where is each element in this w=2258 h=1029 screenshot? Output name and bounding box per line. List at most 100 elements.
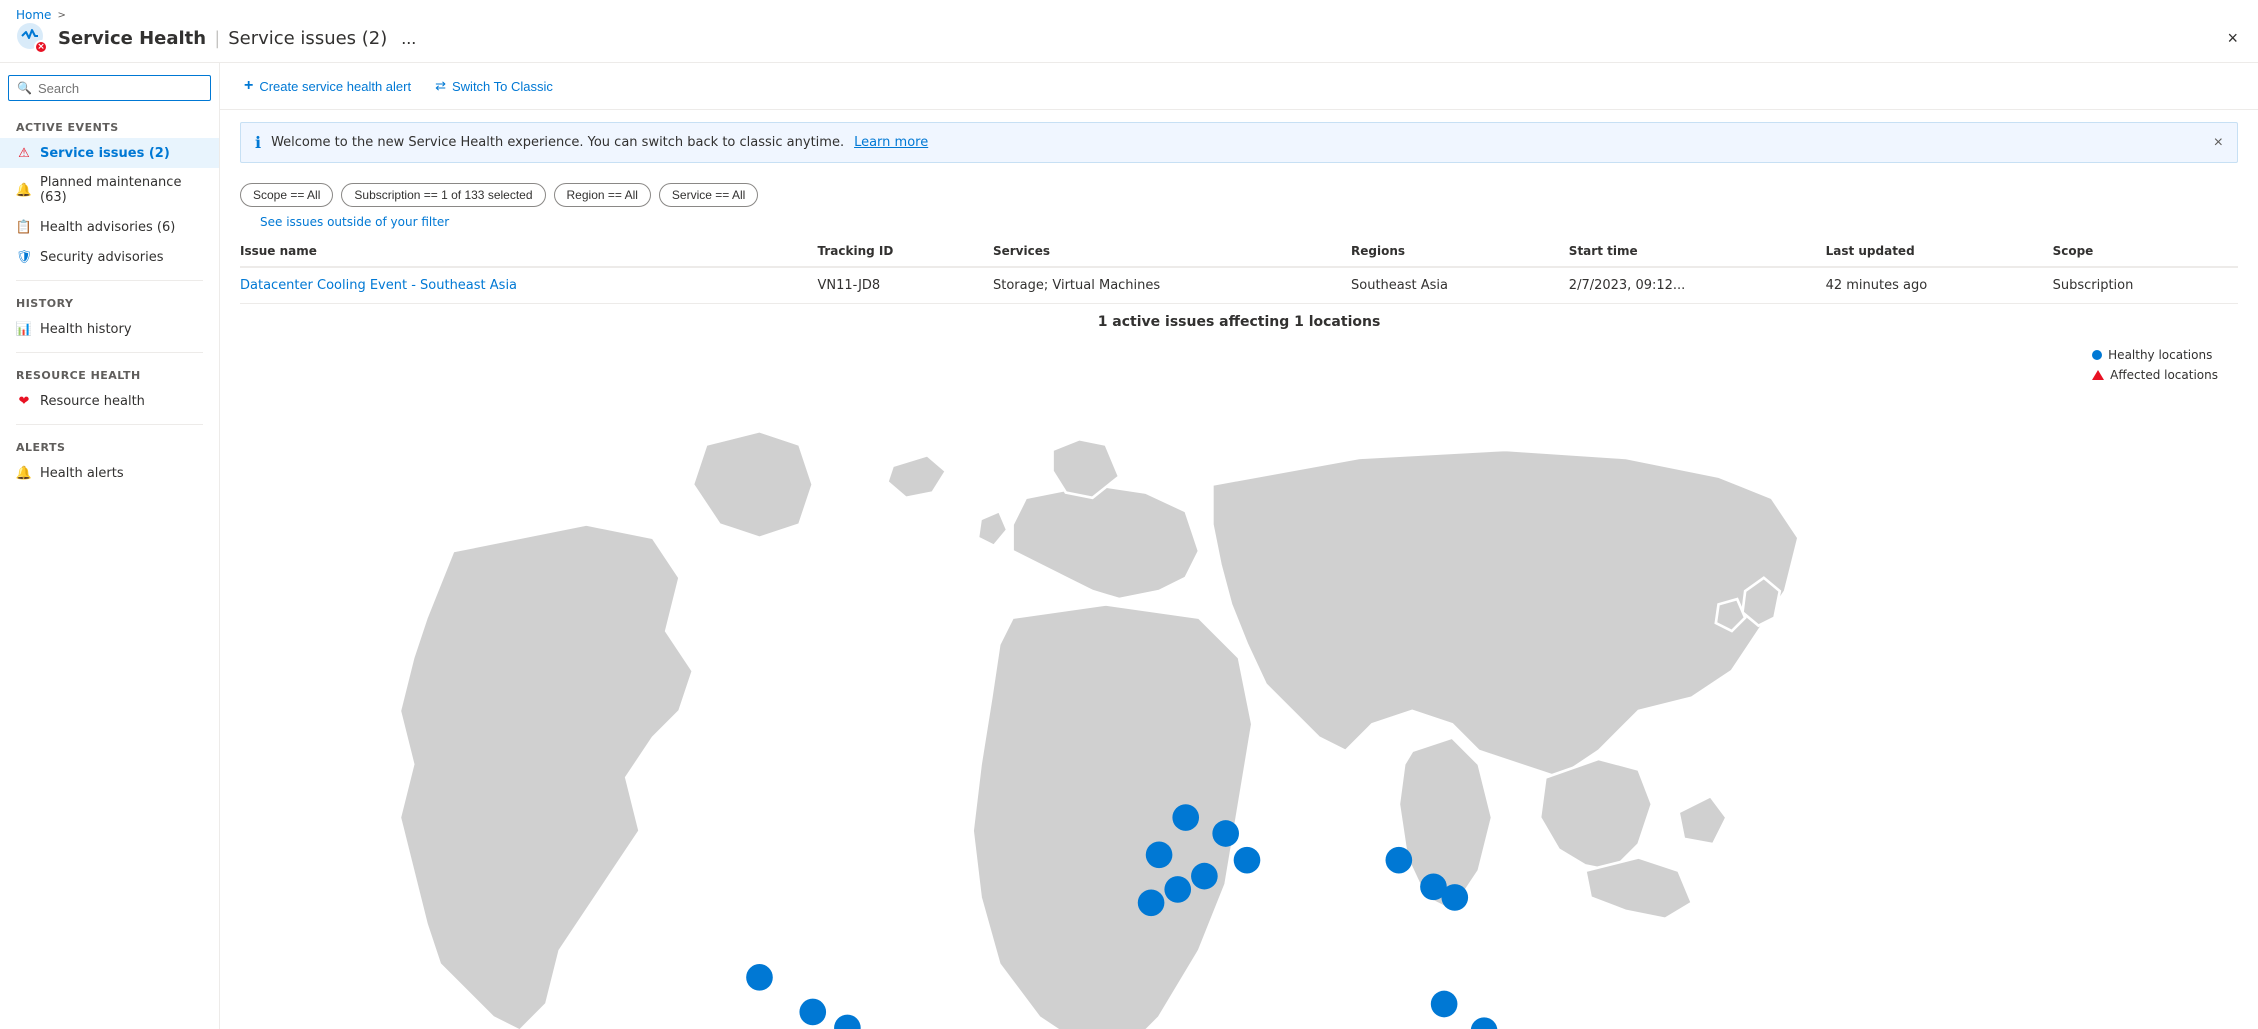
security-advisories-label: Security advisories (40, 250, 164, 265)
banner-text: Welcome to the new Service Health experi… (271, 135, 844, 150)
subscription-filter[interactable]: Subscription == 1 of 133 selected (341, 183, 545, 207)
switch-classic-icon: ⇄ (435, 78, 446, 94)
page-title: Service Health | Service issues (2) (58, 28, 387, 49)
sidebar-item-resource-health[interactable]: ❤ Resource health (0, 386, 219, 416)
service-issues-icon: ⚠ (16, 145, 32, 161)
search-box[interactable]: 🔍 « (8, 75, 211, 101)
cell-scope: Subscription (2053, 267, 2238, 304)
healthy-dot (1172, 804, 1199, 831)
resource-divider (16, 352, 203, 353)
col-last-updated: Last updated (1826, 236, 2053, 267)
resource-health-section-label: RESOURCE HEALTH (0, 361, 219, 386)
close-button[interactable]: × (2223, 24, 2242, 53)
healthy-dot (1146, 841, 1173, 868)
search-icon: 🔍 (17, 81, 32, 95)
table-body: Datacenter Cooling Event - Southeast Asi… (240, 267, 2238, 304)
healthy-dot (1191, 863, 1218, 890)
col-scope: Scope (2053, 236, 2238, 267)
map-legend: Healthy locations Affected locations (2092, 348, 2218, 382)
health-alerts-icon: 🔔 (16, 465, 32, 481)
cell-regions: Southeast Asia (1351, 267, 1569, 304)
healthy-dot (1431, 991, 1458, 1018)
title-icon-badge: × (34, 40, 48, 54)
more-options-button[interactable]: ... (397, 25, 420, 51)
issues-table-wrapper: Issue name Tracking ID Services Regions … (220, 236, 2258, 304)
sidebar-item-service-issues[interactable]: ⚠ Service issues (2) (0, 138, 219, 168)
healthy-dot (834, 1015, 861, 1029)
sidebar-item-health-alerts[interactable]: 🔔 Health alerts (0, 458, 219, 488)
affected-triangle-legend (2092, 370, 2104, 380)
healthy-dot (1386, 847, 1413, 874)
active-events-label: ACTIVE EVENTS (0, 113, 219, 138)
breadcrumb-separator: > (57, 10, 65, 21)
col-issue-name: Issue name (240, 236, 818, 267)
healthy-label: Healthy locations (2108, 348, 2212, 362)
map-container: Healthy locations Affected locations (240, 338, 2238, 1029)
title-divider: | (214, 28, 220, 49)
service-filter[interactable]: Service == All (659, 183, 758, 207)
col-services: Services (993, 236, 1351, 267)
scope-filter-label: Scope == All (253, 188, 320, 202)
learn-more-link[interactable]: Learn more (854, 135, 928, 150)
planned-maintenance-icon: 🔔 (16, 182, 32, 198)
sidebar-section-alerts: ALERTS 🔔 Health alerts (0, 433, 219, 488)
filters-area: Scope == All Subscription == 1 of 133 se… (220, 175, 2258, 215)
page-subtitle: Service issues (2) (228, 28, 387, 49)
breadcrumb: Home > (16, 8, 2242, 22)
healthy-dot (1164, 876, 1191, 903)
service-health-label: Service Health (58, 28, 206, 49)
healthy-dot (1212, 820, 1239, 847)
search-input[interactable] (38, 81, 214, 96)
alerts-section-label: ALERTS (0, 433, 219, 458)
switch-classic-button[interactable]: ⇄ Switch To Classic (431, 74, 557, 98)
healthy-dot (1138, 889, 1165, 916)
cell-issue-name: Datacenter Cooling Event - Southeast Asi… (240, 267, 818, 304)
sidebar-item-health-advisories[interactable]: 📋 Health advisories (6) (0, 212, 219, 242)
healthy-dot (746, 964, 773, 991)
security-advisories-icon: 🛡 (16, 249, 32, 265)
outside-filter-link[interactable]: See issues outside of your filter (240, 215, 469, 229)
banner-close-button[interactable]: × (2214, 134, 2223, 152)
healthy-dot (1471, 1017, 1498, 1029)
service-health-icon: × (16, 22, 48, 54)
resource-health-label: Resource health (40, 394, 145, 409)
issues-table: Issue name Tracking ID Services Regions … (240, 236, 2238, 304)
sidebar-item-security-advisories[interactable]: 🛡 Security advisories (0, 242, 219, 272)
health-advisories-label: Health advisories (6) (40, 220, 175, 235)
col-tracking-id: Tracking ID (818, 236, 993, 267)
info-banner: ℹ Welcome to the new Service Health expe… (240, 122, 2238, 163)
col-start-time: Start time (1569, 236, 1826, 267)
sidebar-item-planned-maintenance[interactable]: 🔔 Planned maintenance (63) (0, 168, 219, 212)
health-advisories-icon: 📋 (16, 219, 32, 235)
sidebar-section-active-events: ACTIVE EVENTS ⚠ Service issues (2) 🔔 Pla… (0, 113, 219, 272)
cell-last-updated: 42 minutes ago (1826, 267, 2053, 304)
create-alert-button[interactable]: + Create service health alert (240, 73, 415, 99)
home-link[interactable]: Home (16, 8, 51, 22)
page-title-area: × Service Health | Service issues (2) ..… (16, 22, 2242, 54)
map-title: 1 active issues affecting 1 locations (240, 314, 2238, 330)
health-history-icon: 📊 (16, 321, 32, 337)
scope-filter[interactable]: Scope == All (240, 183, 333, 207)
healthy-dot (1234, 847, 1261, 874)
table-row: Datacenter Cooling Event - Southeast Asi… (240, 267, 2238, 304)
region-filter-label: Region == All (567, 188, 638, 202)
sidebar-item-health-history[interactable]: 📊 Health history (0, 314, 219, 344)
create-alert-label: Create service health alert (259, 79, 411, 94)
region-filter[interactable]: Region == All (554, 183, 651, 207)
health-history-label: Health history (40, 322, 132, 337)
issue-link[interactable]: Datacenter Cooling Event - Southeast Asi… (240, 278, 517, 293)
cell-start-time: 2/7/2023, 09:12... (1569, 267, 1826, 304)
map-section: 1 active issues affecting 1 locations (220, 304, 2258, 1029)
switch-classic-label: Switch To Classic (452, 79, 553, 94)
cell-services: Storage; Virtual Machines (993, 267, 1351, 304)
service-issues-label: Service issues (2) (40, 146, 170, 161)
history-divider (16, 280, 203, 281)
healthy-dot-legend (2092, 350, 2102, 360)
top-bar: Home > × Service Health | Service issues… (0, 0, 2258, 63)
planned-maintenance-label: Planned maintenance (63) (40, 175, 203, 205)
health-alerts-label: Health alerts (40, 466, 124, 481)
history-label: HISTORY (0, 289, 219, 314)
col-regions: Regions (1351, 236, 1569, 267)
service-filter-label: Service == All (672, 188, 745, 202)
cell-tracking-id: VN11-JD8 (818, 267, 993, 304)
